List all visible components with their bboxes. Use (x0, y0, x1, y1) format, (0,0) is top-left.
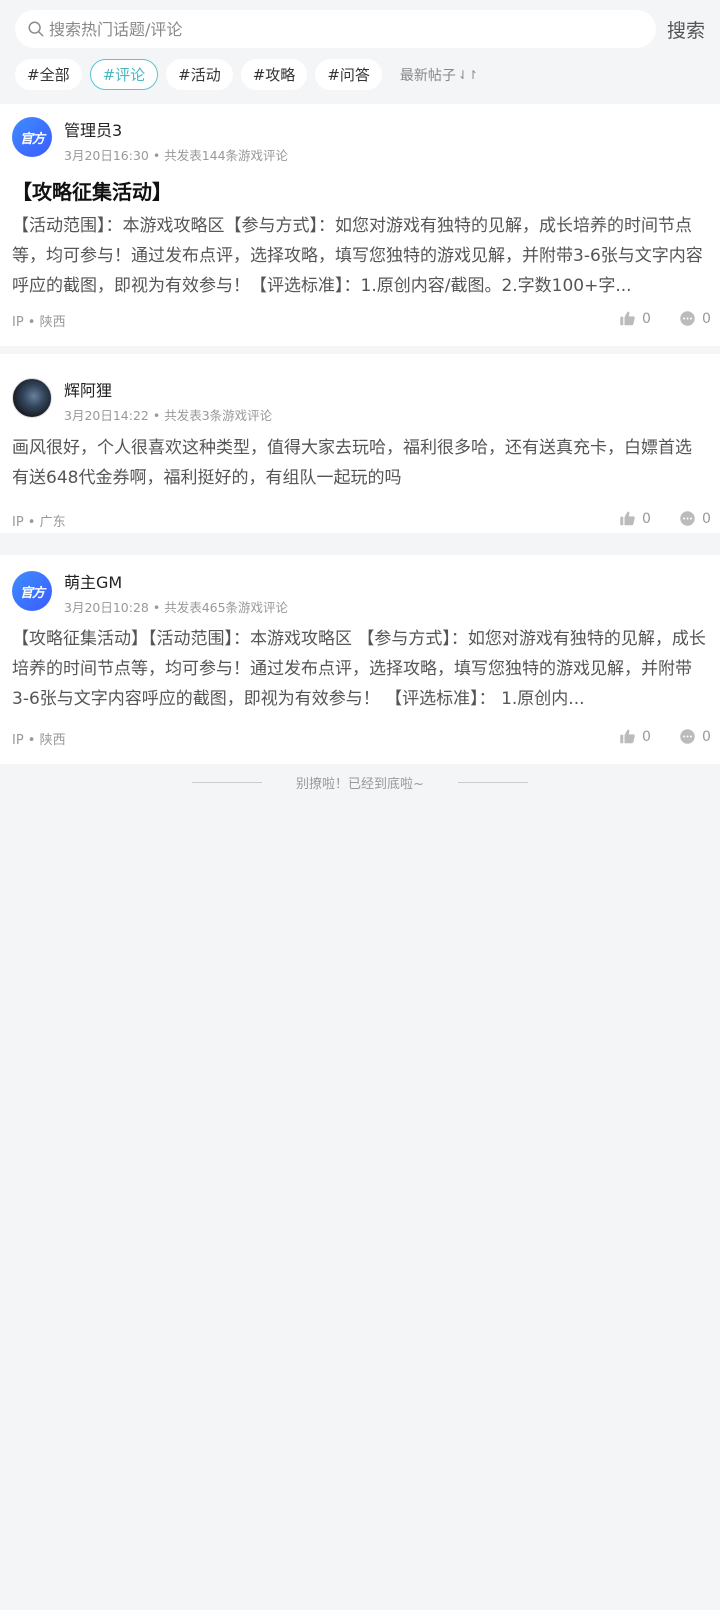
tag-comments[interactable]: #评论 (89, 59, 159, 90)
like-count: 0 (642, 728, 651, 745)
end-of-list-text: 别撩啦！已经到底啦~ (296, 777, 424, 792)
comment-bubble-icon (680, 311, 695, 326)
tag-qa[interactable]: #问答 (315, 59, 382, 90)
comment-button[interactable]: 0 (679, 310, 711, 327)
search-box[interactable] (15, 10, 656, 48)
avatar[interactable]: 官方 (12, 571, 52, 611)
avatar[interactable] (12, 378, 52, 418)
comment-count: 0 (702, 510, 711, 527)
post-meta: 3月20日14:22 • 共发表3条游戏评论 (64, 408, 273, 423)
tag-events[interactable]: #活动 (166, 59, 233, 90)
like-count: 0 (642, 510, 651, 527)
post-meta: 3月20日10:28 • 共发表465条游戏评论 (64, 600, 289, 615)
divider-left (192, 782, 263, 783)
sort-button[interactable]: 最新帖子 ⇃↾ (400, 65, 478, 85)
like-button[interactable]: 0 (619, 510, 651, 527)
like-count: 0 (642, 310, 651, 327)
thumbs-up-icon (620, 511, 635, 526)
post-card[interactable]: 辉阿狸 3月20日14:22 • 共发表3条游戏评论 画风很好，个人很喜欢这种类… (0, 354, 720, 533)
search-input[interactable] (49, 19, 609, 39)
post-meta: 3月20日16:30 • 共发表144条游戏评论 (64, 148, 289, 163)
search-button[interactable]: 搜索 (667, 16, 705, 43)
like-button[interactable]: 0 (619, 728, 651, 745)
username[interactable]: 辉阿狸 (64, 377, 112, 401)
thumbs-up-icon (620, 311, 635, 326)
like-button[interactable]: 0 (619, 310, 651, 327)
post-body: 【攻略征集活动】【活动范围】：本游戏攻略区 【参与方式】：如您对游戏有独特的见解… (12, 629, 706, 709)
thumbs-up-icon (620, 729, 635, 744)
username[interactable]: 管理员3 (64, 117, 122, 141)
comment-button[interactable]: 0 (679, 728, 711, 745)
post-card[interactable]: 官方 萌主GM 3月20日10:28 • 共发表465条游戏评论 【攻略征集活动… (0, 555, 720, 764)
tag-guides[interactable]: #攻略 (240, 59, 308, 90)
ip-location: IP • 陕西 (12, 733, 66, 748)
post-title: 【攻略征集活动】 (12, 180, 172, 204)
sort-label: 最新帖子 (399, 67, 456, 84)
avatar[interactable]: 官方 (12, 117, 52, 157)
tag-filter-bar: #全部 #评论 #活动 #攻略 #问答 最新帖子 ⇃↾ (15, 59, 478, 90)
search-icon (28, 21, 44, 37)
tag-all[interactable]: #全部 (15, 59, 82, 90)
comment-count: 0 (702, 728, 711, 745)
ip-location: IP • 广东 (12, 515, 66, 530)
comment-bubble-icon (680, 729, 695, 744)
sort-arrows-icon: ⇃↾ (457, 67, 478, 82)
username[interactable]: 萌主GM (64, 569, 122, 593)
comment-bubble-icon (680, 511, 695, 526)
official-badge-text: 官方 (19, 585, 45, 601)
post-body: 【活动范围】：本游戏攻略区【参与方式】：如您对游戏有独特的见解，成长培养的时间节… (12, 216, 703, 296)
post-card[interactable]: 官方 管理员3 3月20日16:30 • 共发表144条游戏评论 【攻略征集活动… (0, 104, 720, 346)
ip-location: IP • 陕西 (12, 315, 66, 330)
top-bar: 搜索 #全部 #评论 #活动 #攻略 #问答 最新帖子 ⇃↾ (0, 0, 720, 103)
official-badge-text: 官方 (19, 131, 45, 147)
post-body: 画风很好，个人很喜欢这种类型，值得大家去玩哈，福利很多哈，还有送真充卡，白嫖首选… (12, 438, 692, 488)
comment-button[interactable]: 0 (679, 510, 711, 527)
divider-right (457, 782, 528, 783)
comment-count: 0 (702, 310, 711, 327)
end-of-list-note: 别撩啦！已经到底啦~ (0, 773, 720, 792)
